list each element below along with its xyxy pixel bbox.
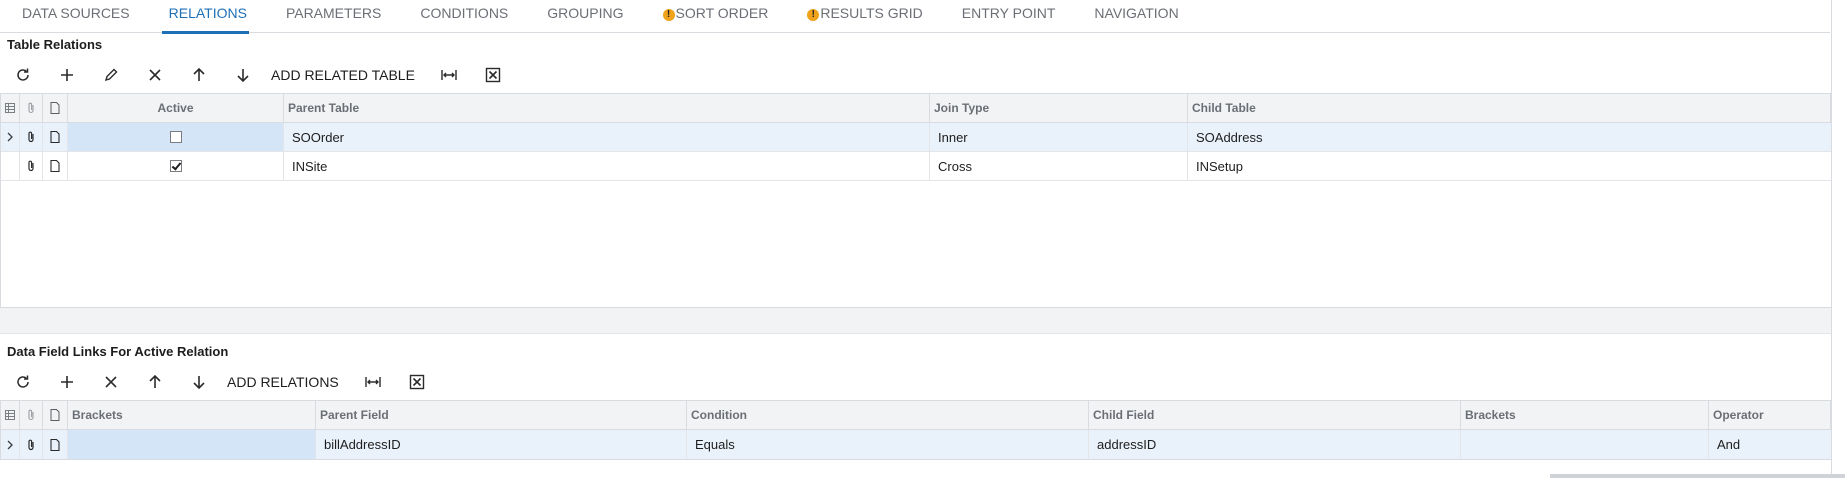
relations-toolbar: ADD RELATED TABLE xyxy=(1,60,515,90)
tab-label: PARAMETERS xyxy=(285,5,382,21)
relations-title: Table Relations xyxy=(7,37,103,52)
condition-cell[interactable]: Equals xyxy=(687,430,1089,459)
row-selector[interactable] xyxy=(1,152,20,180)
note-header-icon xyxy=(43,401,68,429)
tab-relations[interactable]: RELATIONS xyxy=(147,0,264,34)
tab-data-sources[interactable]: DATA SOURCES xyxy=(0,0,147,33)
child-field-cell[interactable]: addressID xyxy=(1089,430,1461,459)
tab-label: GROUPING xyxy=(547,5,624,21)
tab-navigation[interactable]: NAVIGATION xyxy=(1072,0,1195,33)
parent-table-cell[interactable]: SOOrder xyxy=(284,123,930,151)
column-header-child-field[interactable]: Child Field xyxy=(1089,401,1461,429)
panel-splitter[interactable] xyxy=(0,307,1831,334)
active-cell[interactable] xyxy=(68,123,284,151)
fit-columns-icon[interactable] xyxy=(351,367,395,397)
excel-export-icon[interactable] xyxy=(471,60,515,90)
panel-right-edge xyxy=(1831,0,1832,478)
tab-bar: DATA SOURCES RELATIONS PARAMETERS CONDIT… xyxy=(0,0,1830,34)
active-checkbox[interactable] xyxy=(169,131,182,143)
join-type-cell[interactable]: Cross xyxy=(930,152,1188,180)
child-table-cell[interactable]: INSetup xyxy=(1188,152,1831,180)
tab-grouping[interactable]: GROUPING xyxy=(525,0,640,33)
table-row[interactable]: INSite Cross INSetup xyxy=(1,152,1831,181)
tab-label: NAVIGATION xyxy=(1094,5,1179,21)
column-header-child-table[interactable]: Child Table xyxy=(1188,94,1831,122)
refresh-icon[interactable] xyxy=(1,367,45,397)
table-row[interactable]: billAddressID Equals addressID And xyxy=(1,430,1831,459)
grid-header: Active Parent Table Join Type Child Tabl… xyxy=(1,94,1831,123)
tab-label: CONDITIONS xyxy=(420,5,509,21)
parent-field-cell[interactable]: billAddressID xyxy=(316,430,687,459)
row-selector-header-icon[interactable] xyxy=(1,94,20,122)
join-type-cell[interactable]: Inner xyxy=(930,123,1188,151)
column-header-operator[interactable]: Operator xyxy=(1709,401,1831,429)
add-relations-button[interactable]: ADD RELATIONS xyxy=(221,367,351,397)
table-row[interactable]: SOOrder Inner SOAddress xyxy=(1,123,1831,152)
brackets-close-cell[interactable] xyxy=(1461,430,1709,459)
column-header-active[interactable]: Active xyxy=(68,94,284,122)
note-icon[interactable] xyxy=(43,123,68,151)
links-toolbar: ADD RELATIONS xyxy=(1,367,439,397)
column-header-join-type[interactable]: Join Type xyxy=(930,94,1188,122)
fit-columns-icon[interactable] xyxy=(427,60,471,90)
warning-icon: ! xyxy=(662,9,675,21)
tab-conditions[interactable]: CONDITIONS xyxy=(398,0,525,33)
arrow-down-icon[interactable] xyxy=(177,367,221,397)
note-icon[interactable] xyxy=(43,430,68,459)
close-icon[interactable] xyxy=(89,367,133,397)
row-expand-icon[interactable] xyxy=(1,430,20,459)
plus-icon[interactable] xyxy=(45,367,89,397)
column-header-condition[interactable]: Condition xyxy=(687,401,1089,429)
tab-sort-order[interactable]: ! SORT ORDER xyxy=(641,0,786,33)
arrow-up-icon[interactable] xyxy=(133,367,177,397)
links-grid: Brackets Parent Field Condition Child Fi… xyxy=(0,400,1831,460)
refresh-icon[interactable] xyxy=(1,60,45,90)
relations-grid: Active Parent Table Join Type Child Tabl… xyxy=(0,93,1831,307)
tab-label: RELATIONS xyxy=(168,5,247,21)
pencil-icon[interactable] xyxy=(89,60,133,90)
add-related-table-button[interactable]: ADD RELATED TABLE xyxy=(265,60,427,90)
attachment-header-icon xyxy=(20,401,43,429)
close-icon[interactable] xyxy=(133,60,177,90)
note-header-icon xyxy=(43,94,68,122)
links-title: Data Field Links For Active Relation xyxy=(7,344,229,359)
excel-export-icon[interactable] xyxy=(395,367,439,397)
grid-header: Brackets Parent Field Condition Child Fi… xyxy=(1,401,1831,430)
arrow-up-icon[interactable] xyxy=(177,60,221,90)
arrow-down-icon[interactable] xyxy=(221,60,265,90)
active-cell[interactable] xyxy=(68,152,284,180)
parent-table-cell[interactable]: INSite xyxy=(284,152,930,180)
attachment-header-icon xyxy=(20,94,43,122)
active-checkbox[interactable] xyxy=(169,160,182,172)
tab-parameters[interactable]: PARAMETERS xyxy=(264,0,398,33)
column-header-brackets-open[interactable]: Brackets xyxy=(68,401,316,429)
tab-label: DATA SOURCES xyxy=(22,5,130,21)
tab-entry-point[interactable]: ENTRY POINT xyxy=(940,0,1073,33)
brackets-open-cell[interactable] xyxy=(68,430,316,459)
horizontal-scrollbar[interactable] xyxy=(1550,474,1845,478)
column-header-brackets-close[interactable]: Brackets xyxy=(1461,401,1709,429)
plus-icon[interactable] xyxy=(45,60,89,90)
tab-label: SORT ORDER xyxy=(675,5,769,21)
column-header-parent-field[interactable]: Parent Field xyxy=(316,401,687,429)
child-table-cell[interactable]: SOAddress xyxy=(1188,123,1831,151)
attachment-icon[interactable] xyxy=(20,430,43,459)
operator-cell[interactable]: And xyxy=(1709,430,1831,459)
note-icon[interactable] xyxy=(43,152,68,180)
column-header-parent-table[interactable]: Parent Table xyxy=(284,94,930,122)
tab-label: RESULTS GRID xyxy=(820,5,923,21)
attachment-icon[interactable] xyxy=(20,123,43,151)
attachment-icon[interactable] xyxy=(20,152,43,180)
tab-label: ENTRY POINT xyxy=(961,5,1056,21)
row-selector-header-icon[interactable] xyxy=(1,401,20,429)
tab-results-grid[interactable]: ! RESULTS GRID xyxy=(785,0,939,33)
row-expand-icon[interactable] xyxy=(1,123,20,151)
warning-icon: ! xyxy=(807,9,820,21)
